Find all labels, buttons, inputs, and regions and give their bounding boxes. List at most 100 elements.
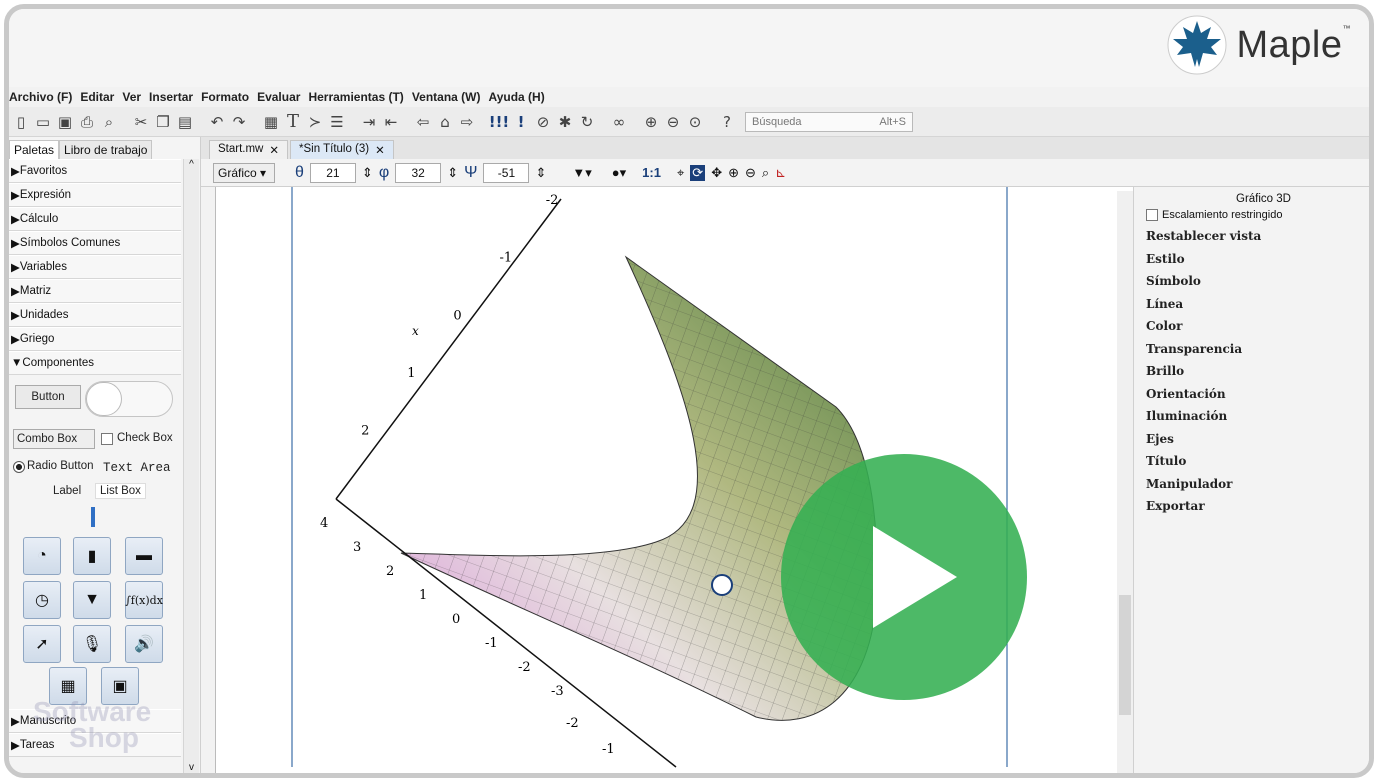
execute-icon[interactable]: ! xyxy=(511,112,531,132)
close-icon[interactable]: ✕ xyxy=(269,143,279,157)
menu-item[interactable]: Evaluar xyxy=(257,90,300,104)
redo-icon[interactable]: ↷ xyxy=(229,112,249,132)
theta-field[interactable]: 21 xyxy=(309,162,356,183)
execution-group-icon[interactable]: ☰ xyxy=(327,112,347,132)
axes-icon[interactable]: ⊾ xyxy=(775,165,786,181)
menu-item[interactable]: Editar xyxy=(80,90,114,104)
tab-libro-de-trabajo[interactable]: Libro de trabajo xyxy=(59,140,153,159)
zoom-out-icon[interactable]: ⊖ xyxy=(663,112,683,132)
plot-canvas[interactable]: x -2 -1 0 1 2 4 3 2 1 0 -1 -2 -3 -2 -1 xyxy=(215,187,1133,773)
menu-item[interactable]: Insertar xyxy=(149,90,193,104)
slider-component[interactable] xyxy=(91,507,95,527)
combo-box-component[interactable]: Combo Box xyxy=(13,429,95,449)
menu-item[interactable]: Ventana (W) xyxy=(412,90,481,104)
menu-item[interactable]: Archivo (F) xyxy=(9,90,72,104)
microphone-icon[interactable]: 🎙 xyxy=(73,625,111,663)
property-item[interactable]: Transparencia xyxy=(1134,338,1369,361)
property-item[interactable]: Restablecer vista xyxy=(1134,225,1369,248)
phi-field[interactable]: 32 xyxy=(395,162,442,183)
dial-icon[interactable]: ◔ xyxy=(23,537,61,575)
pan-icon[interactable]: ✥ xyxy=(711,165,722,181)
property-item[interactable]: Exportar xyxy=(1134,495,1369,518)
toggle-component[interactable] xyxy=(85,381,173,417)
meter-icon[interactable]: ▮ xyxy=(73,537,111,575)
speaker-icon[interactable]: 🔊 xyxy=(125,625,163,663)
constrained-scaling-row[interactable]: Escalamiento restringido xyxy=(1134,205,1369,225)
outdent-icon[interactable]: ⇤ xyxy=(381,112,401,132)
zoom-out-icon[interactable]: ⊖ xyxy=(745,165,756,181)
zoom-in-icon[interactable]: ⊕ xyxy=(641,112,661,132)
execute-all-icon[interactable]: !!! xyxy=(489,112,510,132)
palettes-scrollbar[interactable]: ^ v xyxy=(183,159,199,773)
open-folder-icon[interactable]: ▭ xyxy=(33,112,53,132)
math-mode-icon[interactable]: ≻ xyxy=(305,112,325,132)
palette-símbolos comunes[interactable]: ▶ Símbolos Comunes xyxy=(9,231,181,255)
radio-button-icon[interactable] xyxy=(13,461,25,473)
property-item[interactable]: Orientación xyxy=(1134,383,1369,406)
palette-unidades[interactable]: ▶ Unidades xyxy=(9,303,181,327)
print-icon[interactable]: ⎙ xyxy=(77,112,97,132)
property-item[interactable]: Línea xyxy=(1134,293,1369,316)
list-box-component[interactable]: List Box xyxy=(95,483,146,499)
target-icon[interactable]: ⌖ xyxy=(677,165,684,181)
back-icon[interactable]: ⇦ xyxy=(413,112,433,132)
insert-image-icon[interactable]: ▦ xyxy=(261,112,281,132)
checkbox-icon[interactable] xyxy=(1146,209,1158,221)
menu-item[interactable]: Herramientas (T) xyxy=(308,90,403,104)
palette-cálculo[interactable]: ▶ Cálculo xyxy=(9,207,181,231)
rotate-tool-icon[interactable]: ⟳ xyxy=(690,164,706,181)
stop-icon[interactable]: ⊘ xyxy=(533,112,553,132)
plot-component-icon[interactable]: ▬ xyxy=(125,537,163,575)
close-icon[interactable]: ✕ xyxy=(375,143,385,157)
new-document-icon[interactable]: ▯ xyxy=(11,112,31,132)
rotary-icon[interactable]: ➚ xyxy=(23,625,61,663)
style-menu-icon[interactable]: ▼▾ xyxy=(572,165,591,181)
home-icon[interactable]: ⌂ xyxy=(435,112,455,132)
theta-spinner-icon[interactable]: ⇕ xyxy=(362,165,373,181)
property-item[interactable]: Ejes xyxy=(1134,428,1369,451)
property-item[interactable]: Manipulador xyxy=(1134,473,1369,496)
menu-item[interactable]: Ayuda (H) xyxy=(488,90,544,104)
tab-start-mw[interactable]: Start.mw ✕ xyxy=(209,140,289,159)
paste-icon[interactable]: ▤ xyxy=(175,112,195,132)
label-component[interactable]: Label xyxy=(53,485,81,497)
button-component[interactable]: Button xyxy=(15,385,81,409)
palette-matriz[interactable]: ▶ Matriz xyxy=(9,279,181,303)
undo-icon[interactable]: ↶ xyxy=(207,112,227,132)
check-box-square[interactable] xyxy=(101,433,113,445)
video-play-button[interactable] xyxy=(781,454,1027,700)
phi-spinner-icon[interactable]: ⇕ xyxy=(447,165,458,181)
zoom-in-icon[interactable]: ⊕ xyxy=(728,165,739,181)
plot-type-dropdown[interactable]: Gráfico ▾ xyxy=(213,162,275,183)
cut-icon[interactable]: ✂ xyxy=(131,112,151,132)
property-item[interactable]: Símbolo xyxy=(1134,270,1369,293)
link-icon[interactable]: ∞ xyxy=(609,112,629,132)
lighting-menu-icon[interactable]: ●▾ xyxy=(612,165,626,181)
print-preview-icon[interactable]: ⌕ xyxy=(99,112,119,132)
menu-item[interactable]: Formato xyxy=(201,90,249,104)
property-item[interactable]: Color xyxy=(1134,315,1369,338)
property-item[interactable]: Iluminación xyxy=(1134,405,1369,428)
help-icon[interactable]: ? xyxy=(717,112,737,132)
aspect-ratio-button[interactable]: 1:1 xyxy=(642,165,661,180)
menu-item[interactable]: Ver xyxy=(122,90,141,104)
restart-icon[interactable]: ↻ xyxy=(577,112,597,132)
property-item[interactable]: Estilo xyxy=(1134,248,1369,271)
canvas-scrollbar[interactable] xyxy=(1117,191,1133,773)
debug-icon[interactable]: ✱ xyxy=(555,112,575,132)
palette-expresión[interactable]: ▶ Expresión xyxy=(9,183,181,207)
palette-griego[interactable]: ▶ Griego xyxy=(9,327,181,351)
save-icon[interactable]: ▣ xyxy=(55,112,75,132)
math-container-icon[interactable]: ∫f(x)dx xyxy=(125,581,163,619)
property-item[interactable]: Brillo xyxy=(1134,360,1369,383)
property-item[interactable]: Título xyxy=(1134,450,1369,473)
zoom-reset-icon[interactable]: ⊙ xyxy=(685,112,705,132)
plot3d-component-icon[interactable]: ▼ xyxy=(73,581,111,619)
zoom-fit-icon[interactable]: ⌕ xyxy=(762,165,769,181)
tab-sin-titulo[interactable]: *Sin Título (3) ✕ xyxy=(290,140,394,159)
tab-paletas[interactable]: Paletas xyxy=(9,140,60,159)
psi-spinner-icon[interactable]: ⇕ xyxy=(535,165,546,181)
palette-favoritos[interactable]: ▶ Favoritos xyxy=(9,159,181,183)
copy-icon[interactable]: ❐ xyxy=(153,112,173,132)
palette-variables[interactable]: ▶ Variables xyxy=(9,255,181,279)
